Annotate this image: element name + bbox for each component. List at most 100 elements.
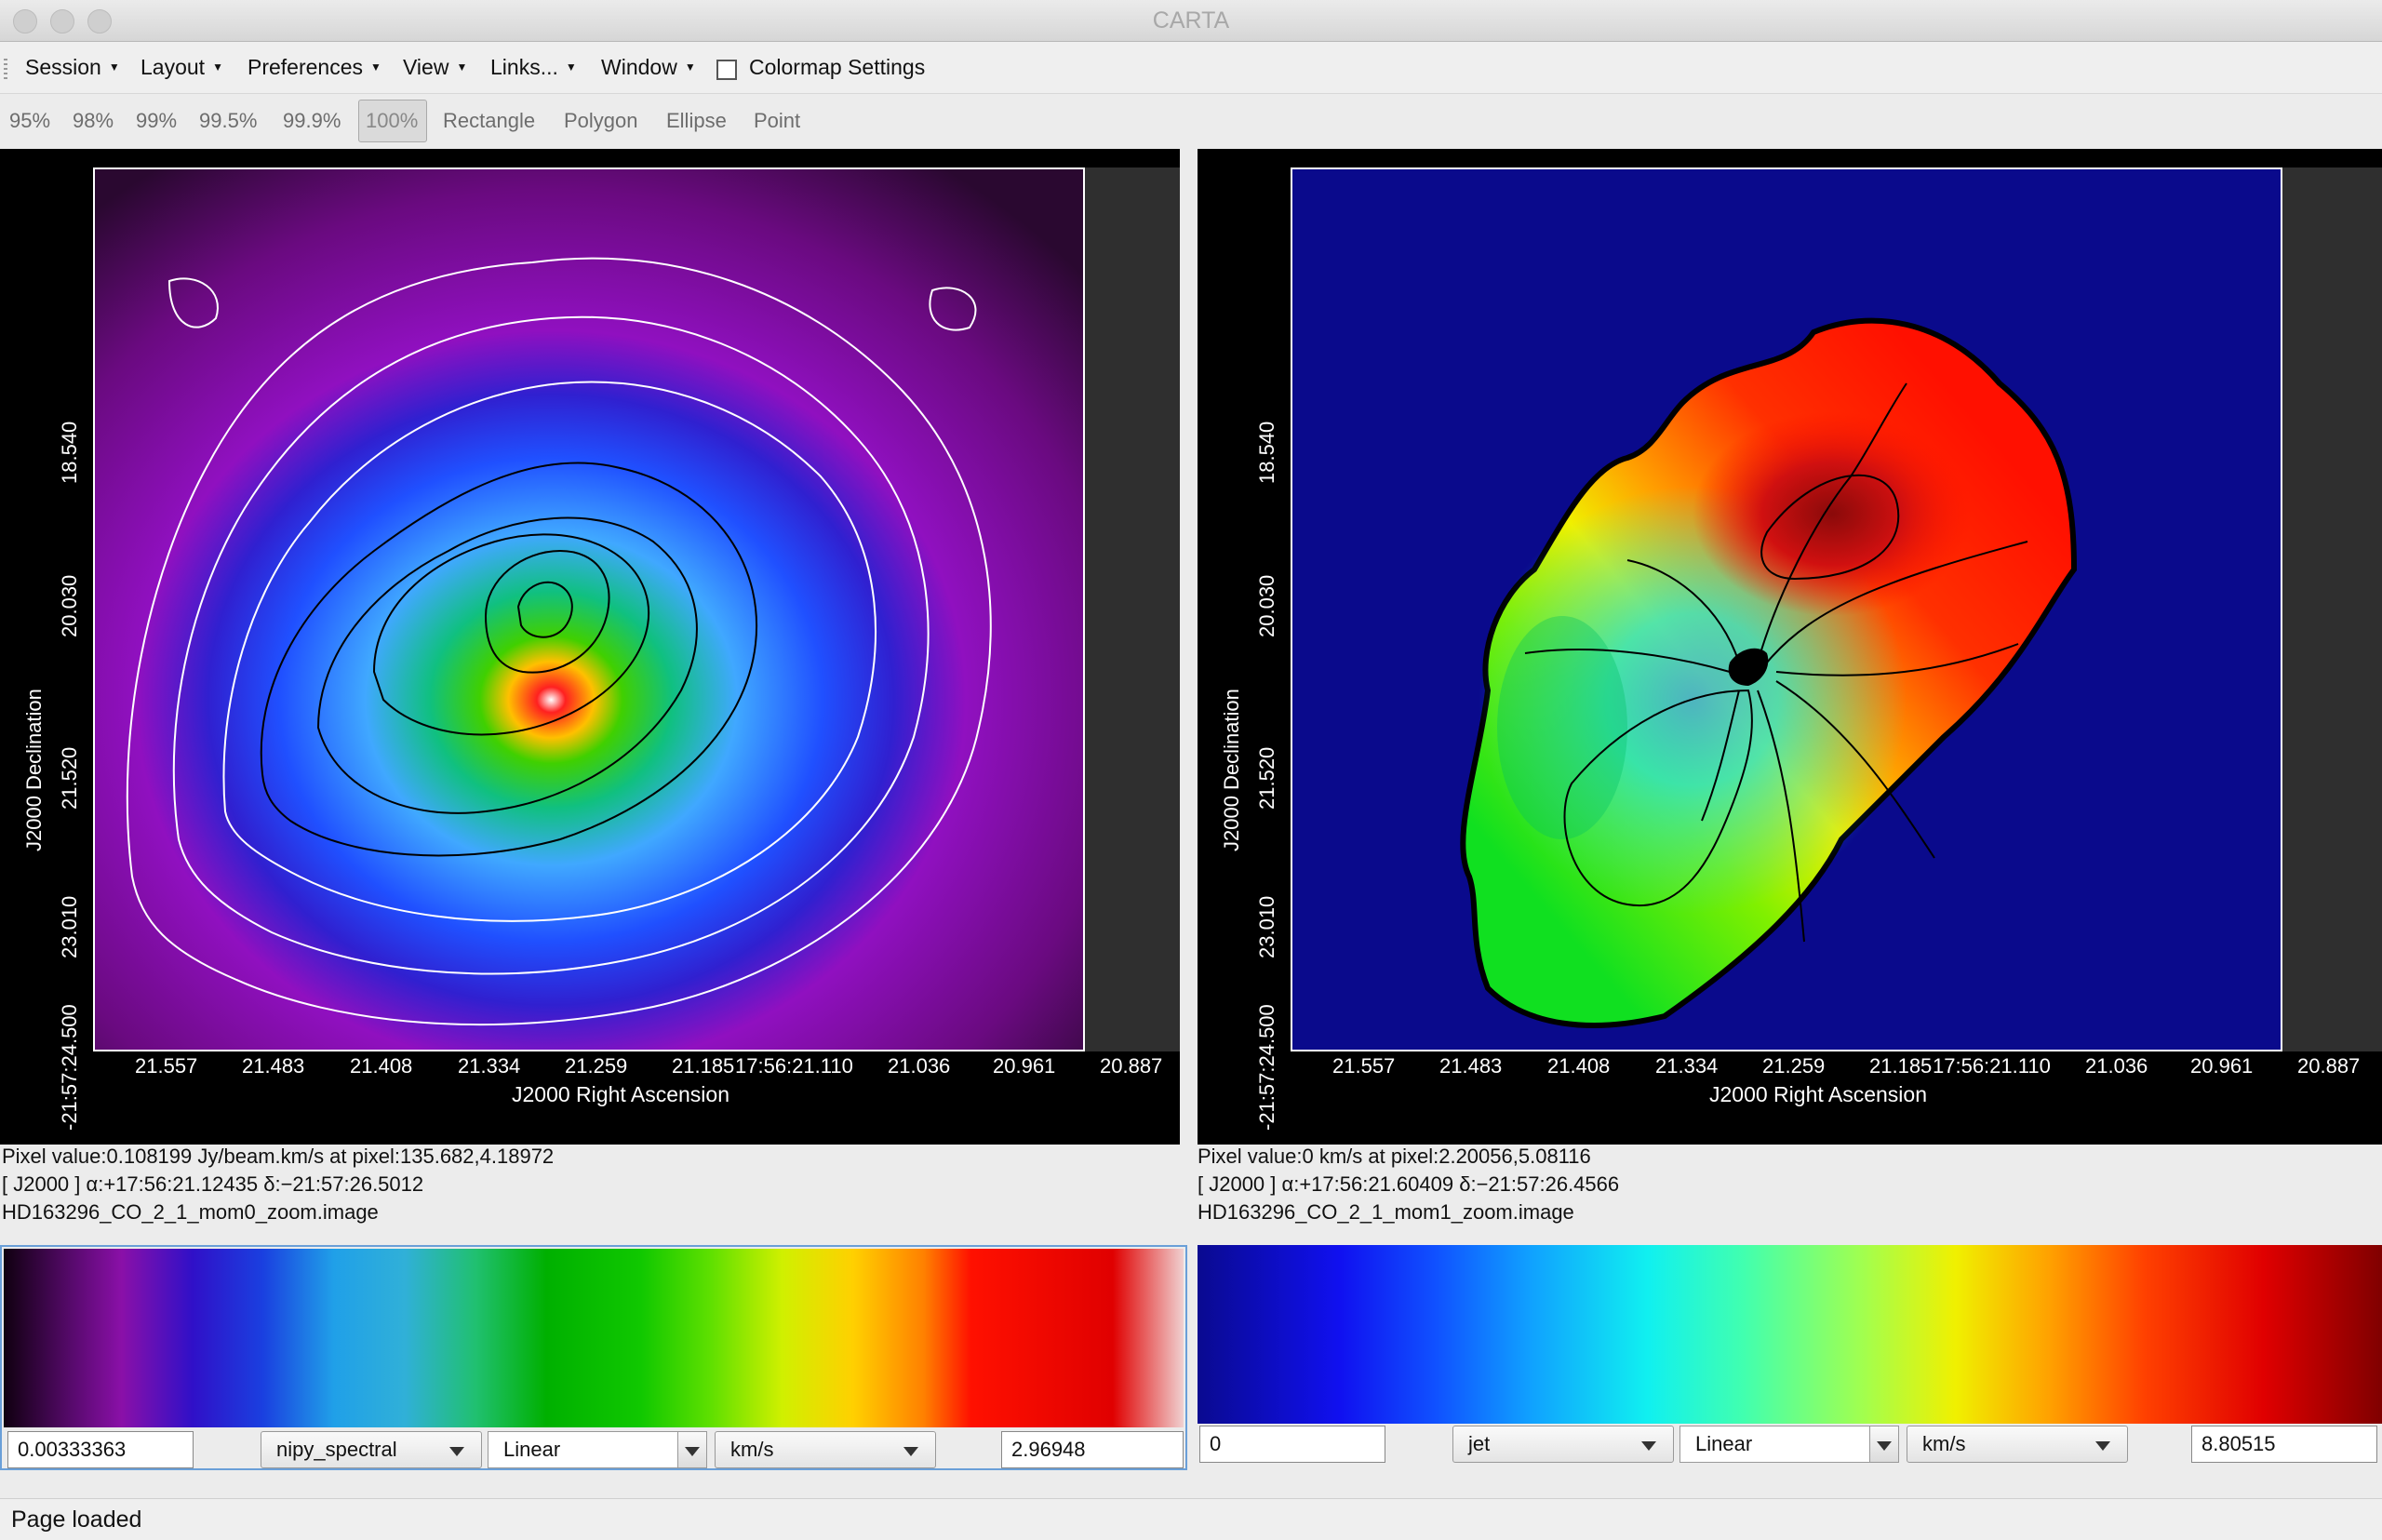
rectangle-region-button[interactable]: Rectangle xyxy=(443,109,535,133)
x-axis-title: J2000 Right Ascension xyxy=(512,1082,729,1106)
mom1-plot-area[interactable] xyxy=(1291,167,2282,1051)
x-tick-label: 21.334 xyxy=(458,1054,521,1078)
colormap-settings-label[interactable]: Colormap Settings xyxy=(749,55,925,80)
mom0-pixel-value: Pixel value:0.108199 Jy/beam.km/s at pix… xyxy=(2,1145,555,1168)
mom0-plot-area[interactable] xyxy=(93,167,1085,1051)
x-tick-label: 17:56:21.110 xyxy=(735,1054,853,1078)
clip-98-button[interactable]: 98% xyxy=(73,109,114,133)
mom1-unit-select[interactable]: km/s xyxy=(1907,1426,2128,1463)
x-tick-label: 21.036 xyxy=(2085,1054,2148,1078)
nipy-spectral-colorbar xyxy=(4,1249,1184,1427)
x-tick-label: 21.185 xyxy=(672,1054,735,1078)
x-tick-label: 21.557 xyxy=(135,1054,198,1078)
x-tick-label: 21.259 xyxy=(1762,1054,1826,1078)
y-tick-label: 20.030 xyxy=(58,574,81,637)
mom0-image-view[interactable]: 21.557 21.483 21.408 21.334 21.259 21.18… xyxy=(0,149,1180,1145)
mom1-colormap-select[interactable]: jet xyxy=(1452,1426,1674,1463)
chevron-down-icon: ▼ xyxy=(108,60,120,74)
polygon-region-button[interactable]: Polygon xyxy=(564,109,638,133)
y-tick-label: -21:57:24.500 xyxy=(1255,1004,1278,1131)
y-tick-label: 18.540 xyxy=(58,421,81,484)
mom1-velocity-disk xyxy=(1460,317,2078,1028)
chevron-down-icon: ▼ xyxy=(212,60,223,74)
y-tick-label: 20.030 xyxy=(1255,574,1278,637)
status-bar: Page loaded xyxy=(0,1498,2382,1540)
y-tick-label: -21:57:24.500 xyxy=(58,1004,81,1131)
mom0-coordinates: [ J2000 ] α:+17:56:21.12435 δ:−21:57:26.… xyxy=(2,1172,424,1196)
mom0-colormap-max-input[interactable]: 2.96948 xyxy=(1001,1431,1184,1468)
mom1-colormap-min-input[interactable]: 0 xyxy=(1199,1426,1385,1463)
x-tick-label: 20.961 xyxy=(2190,1054,2254,1078)
x-tick-label: 21.259 xyxy=(565,1054,628,1078)
mom1-scale-select[interactable]: Linear xyxy=(1679,1426,1899,1463)
mom0-unit-select[interactable]: km/s xyxy=(715,1431,936,1468)
mom0-image xyxy=(95,169,1083,1050)
scale-dropdown-button[interactable] xyxy=(677,1432,706,1467)
x-tick-label: 20.887 xyxy=(2297,1054,2361,1078)
status-text: Page loaded xyxy=(11,1507,142,1533)
x-tick-label: 21.408 xyxy=(1547,1054,1611,1078)
mom1-pixel-value: Pixel value:0 km/s at pixel:2.20056,5.08… xyxy=(1198,1145,1591,1168)
chevron-down-icon xyxy=(2095,1441,2110,1451)
chevron-down-icon: ▼ xyxy=(565,60,577,74)
x-tick-label: 21.557 xyxy=(1332,1054,1396,1078)
chevron-down-icon: ▼ xyxy=(456,60,468,74)
mom0-intensity-map xyxy=(95,169,1083,1050)
window-title: CARTA xyxy=(1152,7,1230,33)
clip-95-button[interactable]: 95% xyxy=(9,109,50,133)
chevron-down-icon xyxy=(449,1447,464,1456)
mom0-filename: HD163296_CO_2_1_mom0_zoom.image xyxy=(2,1200,379,1224)
x-tick-label: 21.185 xyxy=(1869,1054,1933,1078)
menu-session[interactable]: Session ▼ xyxy=(25,55,120,80)
y-tick-label: 21.520 xyxy=(58,746,81,810)
menu-preferences[interactable]: Preferences ▼ xyxy=(248,55,381,80)
x-tick-label: 21.408 xyxy=(350,1054,413,1078)
scale-dropdown-button[interactable] xyxy=(1869,1426,1898,1462)
x-tick-label: 21.483 xyxy=(1439,1054,1503,1078)
chevron-down-icon xyxy=(1877,1441,1892,1451)
mom1-colormap-max-input[interactable]: 8.80515 xyxy=(2191,1426,2377,1463)
clip-99-9-button[interactable]: 99.9% xyxy=(283,109,341,133)
clip-99-button[interactable]: 99% xyxy=(136,109,177,133)
chevron-down-icon xyxy=(903,1447,918,1456)
y-tick-label: 18.540 xyxy=(1255,421,1278,484)
mom1-filename: HD163296_CO_2_1_mom1_zoom.image xyxy=(1198,1200,1574,1224)
x-tick-label: 20.887 xyxy=(1100,1054,1163,1078)
mom0-colormap-select[interactable]: nipy_spectral xyxy=(261,1431,482,1468)
menu-window[interactable]: Window ▼ xyxy=(601,55,696,80)
clip-100-button[interactable]: 100% xyxy=(366,109,418,133)
y-axis-title: J2000 Declination xyxy=(1220,689,1243,851)
clip-99-5-button[interactable]: 99.5% xyxy=(199,109,257,133)
x-tick-label: 21.334 xyxy=(1655,1054,1719,1078)
menu-bar: Session ▼ Layout ▼ Preferences ▼ View ▼ Link… xyxy=(0,42,2382,94)
ellipse-region-button[interactable]: Ellipse xyxy=(666,109,727,133)
chevron-down-icon xyxy=(1641,1441,1656,1451)
colormap-settings-checkbox[interactable] xyxy=(716,60,737,80)
y-axis-title: J2000 Declination xyxy=(22,689,46,851)
mom1-blank-margin xyxy=(2282,167,2382,1051)
x-tick-label: 21.483 xyxy=(242,1054,305,1078)
vertical-splitter[interactable] xyxy=(1182,149,1197,1145)
clip-toolbar: 95% 98% 99% 99.5% 99.9% 100% Rectangle P… xyxy=(0,94,2382,148)
title-bar: CARTA xyxy=(0,0,2382,42)
mom1-image xyxy=(1460,317,2078,1028)
menu-view[interactable]: View ▼ xyxy=(403,55,467,80)
mom0-colormap-panel[interactable]: 0.00333363 nipy_spectral Linear km/s 2.9… xyxy=(0,1245,1187,1470)
mom0-colormap-min-input[interactable]: 0.00333363 xyxy=(7,1431,194,1468)
x-tick-label: 21.036 xyxy=(888,1054,951,1078)
y-tick-label: 21.520 xyxy=(1255,746,1278,810)
mom0-blank-margin xyxy=(1085,167,1180,1051)
menu-links[interactable]: Links... ▼ xyxy=(490,55,577,80)
point-region-button[interactable]: Point xyxy=(754,109,800,133)
mom1-image-view[interactable]: 21.557 21.483 21.408 21.334 21.259 21.18… xyxy=(1198,149,2382,1145)
jet-colorbar xyxy=(1198,1245,2382,1424)
chevron-down-icon xyxy=(685,1447,700,1456)
mom1-colormap-panel[interactable]: 0 jet Linear km/s 8.80515 xyxy=(1198,1245,2382,1470)
menu-layout[interactable]: Layout ▼ xyxy=(141,55,223,80)
mom0-scale-select[interactable]: Linear xyxy=(488,1431,707,1468)
x-axis-title: J2000 Right Ascension xyxy=(1709,1082,1927,1106)
chevron-down-icon: ▼ xyxy=(684,60,696,74)
toolbar-grip-handle[interactable] xyxy=(4,59,7,79)
mom1-coordinates: [ J2000 ] α:+17:56:21.60409 δ:−21:57:26.… xyxy=(1198,1172,1620,1196)
y-tick-label: 23.010 xyxy=(1255,895,1278,958)
